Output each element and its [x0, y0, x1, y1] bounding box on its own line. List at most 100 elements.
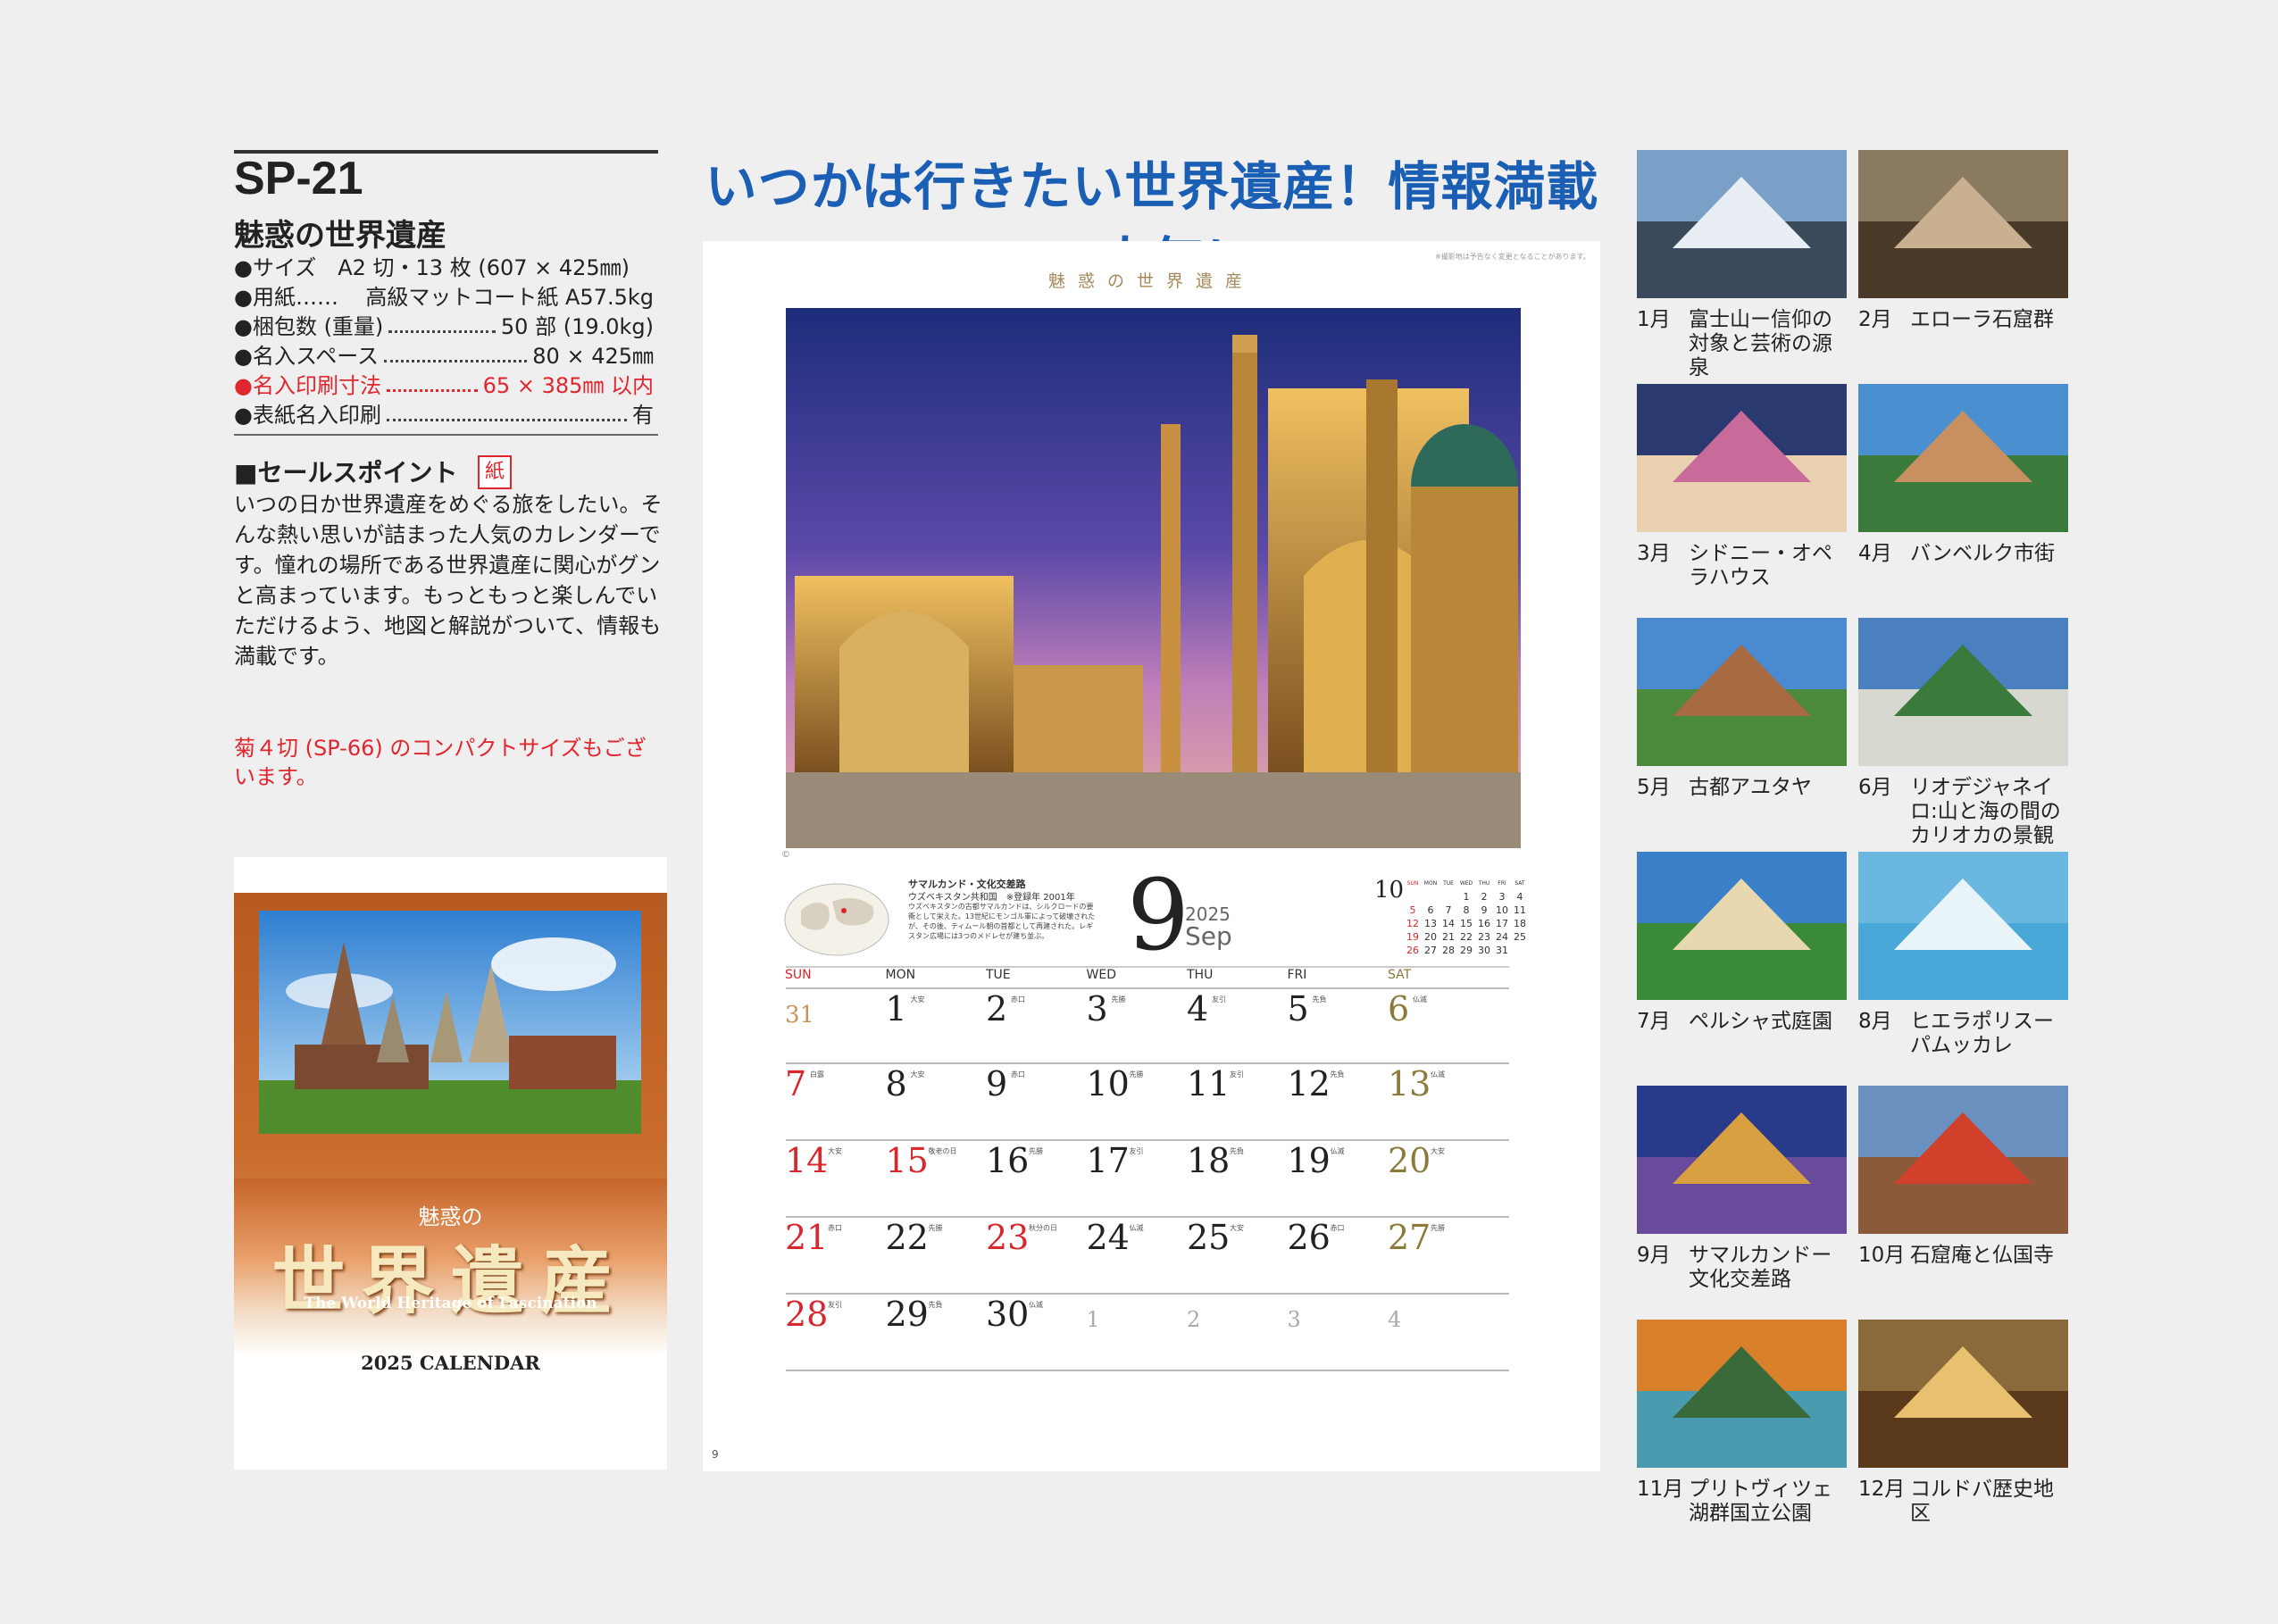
calendar-day: 8 — [885, 1064, 907, 1103]
calendar-day: 17 — [1086, 1141, 1130, 1180]
calendar-cover: 魅惑の 世界遺産 The World Heritage of Fascinati… — [234, 857, 667, 1470]
fine-print: ※撮影地は予告なく変更となることがあります。 — [1435, 253, 1590, 261]
day-note: 先勝 — [1029, 1147, 1043, 1155]
spec-name-print-size: ●名入印刷寸法 65 × 385㎜ 以内 — [234, 373, 654, 398]
calendar-day: 31 — [785, 1002, 815, 1029]
spec-cover-print: ●表紙名入印刷有 — [234, 403, 654, 428]
calendar-day: 11 — [1187, 1064, 1231, 1103]
month-label: 1月 — [1637, 308, 1671, 331]
day-note: 大安 — [1431, 1147, 1445, 1155]
day-note: 友引 — [1230, 1070, 1244, 1079]
day-note: 赤口 — [1011, 995, 1025, 1004]
month-photo — [1858, 852, 2068, 1000]
mini-cal-head: TUE — [1443, 880, 1454, 887]
mini-cal-day: 17 — [1496, 918, 1508, 929]
samarkand-photo — [784, 306, 1523, 850]
month-photo — [1858, 1086, 2068, 1234]
cover-year-label: 2025 CALENDAR — [361, 1352, 540, 1374]
site-name: 古都アユタヤ — [1689, 776, 1812, 799]
day-note: 仏滅 — [1129, 1224, 1144, 1232]
month-label: 12月 — [1858, 1478, 1906, 1501]
sales-point-text: いつの日か世界遺産をめぐる旅をしたい。そんな熱い思いが詰まった人気のカレンダーで… — [234, 492, 663, 669]
next-month-number: 10 — [1374, 877, 1405, 904]
day-note: 白露 — [810, 1070, 824, 1079]
calendar-day: 2 — [986, 989, 1008, 1029]
cover-photo-ayutthaya — [259, 911, 641, 1134]
mini-cal-day: 1 — [1463, 891, 1470, 903]
month-caption: 4月 バンベルク市街 — [1858, 542, 2073, 566]
calendar-day: 3 — [1086, 989, 1108, 1029]
page-number: 9 — [712, 1448, 719, 1461]
month-caption: 10月 石窟庵と仏国寺 — [1858, 1244, 2073, 1268]
day-note: 大安 — [910, 1070, 925, 1079]
month-label: 2月 — [1858, 308, 1892, 331]
month-caption: 1月 富士山ー信仰の対象と芸術の源泉 — [1637, 308, 1851, 380]
month-photo — [1858, 1320, 2068, 1468]
site-name: ヒエラポリスーパムッカレ — [1910, 1010, 2054, 1057]
calendar-day: 19 — [1287, 1141, 1331, 1180]
mini-cal-day: 15 — [1460, 918, 1473, 929]
copyright: © — [781, 850, 790, 860]
mini-cal-day: 26 — [1406, 945, 1419, 956]
mini-cal-day: 9 — [1481, 904, 1488, 916]
day-note: 友引 — [828, 1301, 842, 1309]
site-name: ペルシャ式庭園 — [1689, 1010, 1832, 1033]
mini-cal-day — [1439, 890, 1457, 904]
calendar-day: 9 — [986, 1064, 1008, 1103]
next-month-mini-calendar: SUN MON TUE WED THU FRI SAT 1 2 3 4 5 6 7 8 9 10 11 12 13 14… — [1404, 877, 1529, 957]
calendar-day: 25 — [1187, 1218, 1231, 1257]
mini-cal-head: SUN — [1406, 880, 1419, 887]
calendar-day: 3 — [1287, 1307, 1301, 1332]
day-note: 先勝 — [928, 1224, 943, 1232]
day-note: 先勝 — [1129, 1070, 1144, 1079]
day-note: 先負 — [1230, 1147, 1244, 1155]
day-note: 先勝 — [1111, 995, 1126, 1004]
calendar-day: 24 — [1086, 1218, 1130, 1257]
mini-cal-day: 23 — [1478, 931, 1490, 943]
calendar-day: 2 — [1187, 1307, 1201, 1332]
mini-cal-day: 25 — [1514, 931, 1526, 943]
day-note: 先負 — [928, 1301, 943, 1309]
page-brand: 魅惑の世界遺産 — [1047, 271, 1255, 291]
day-note: 大安 — [828, 1147, 842, 1155]
day-note: 先勝 — [1431, 1224, 1445, 1232]
mini-cal-day: 13 — [1424, 918, 1437, 929]
calendar-day: 1 — [885, 989, 907, 1029]
day-note: 赤口 — [1011, 1070, 1025, 1079]
weekday-label: FRI — [1287, 968, 1307, 982]
month-photo — [1637, 150, 1847, 298]
day-note: 仏滅 — [1431, 1070, 1445, 1079]
weekday-label: THU — [1187, 968, 1214, 982]
weekday-label: MON — [885, 968, 916, 982]
month-caption: 2月 エローラ石窟群 — [1858, 308, 2073, 332]
calendar-day: 29 — [885, 1295, 929, 1334]
site-name: 石窟庵と仏国寺 — [1910, 1244, 2054, 1267]
mini-cal-day: 31 — [1496, 945, 1508, 956]
month-label: 9月 — [1637, 1244, 1671, 1267]
month-caption: 5月 古都アユタヤ — [1637, 776, 1851, 800]
month-number: 9 — [1127, 858, 1189, 972]
mini-cal-day: 14 — [1442, 918, 1455, 929]
site-name: バンベルク市街 — [1910, 542, 2056, 565]
mini-cal-day: 4 — [1516, 891, 1523, 903]
mini-cal-day: 19 — [1406, 931, 1419, 943]
mini-cal-day: 28 — [1442, 945, 1455, 956]
day-note: 秋分の日 — [1029, 1224, 1057, 1232]
calendar-day: 23 — [986, 1218, 1030, 1257]
calendar-day: 28 — [785, 1295, 829, 1334]
calendar-day: 7 — [785, 1064, 807, 1103]
mini-cal-day: 7 — [1445, 904, 1452, 916]
world-map — [783, 875, 890, 964]
mini-cal-day: 20 — [1424, 931, 1437, 943]
weekday-label: SAT — [1388, 968, 1412, 982]
site-name: シドニー・オペラハウス — [1689, 542, 1832, 589]
site-name: コルドバ歴史地区 — [1910, 1478, 2054, 1525]
month-caption: 6月 リオデジャネイロ:山と海の間のカリオカの景観 — [1858, 776, 2073, 848]
mini-cal-day: 21 — [1442, 931, 1455, 943]
day-note: 仏滅 — [1413, 995, 1427, 1004]
month-label: 3月 — [1637, 542, 1671, 565]
spec-paper: ●用紙…… 高級マットコート紙 A57.5kg — [234, 285, 654, 310]
calendar-day: 1 — [1086, 1307, 1100, 1332]
calendar-day: 5 — [1287, 989, 1309, 1029]
mini-cal-day: 2 — [1481, 891, 1488, 903]
